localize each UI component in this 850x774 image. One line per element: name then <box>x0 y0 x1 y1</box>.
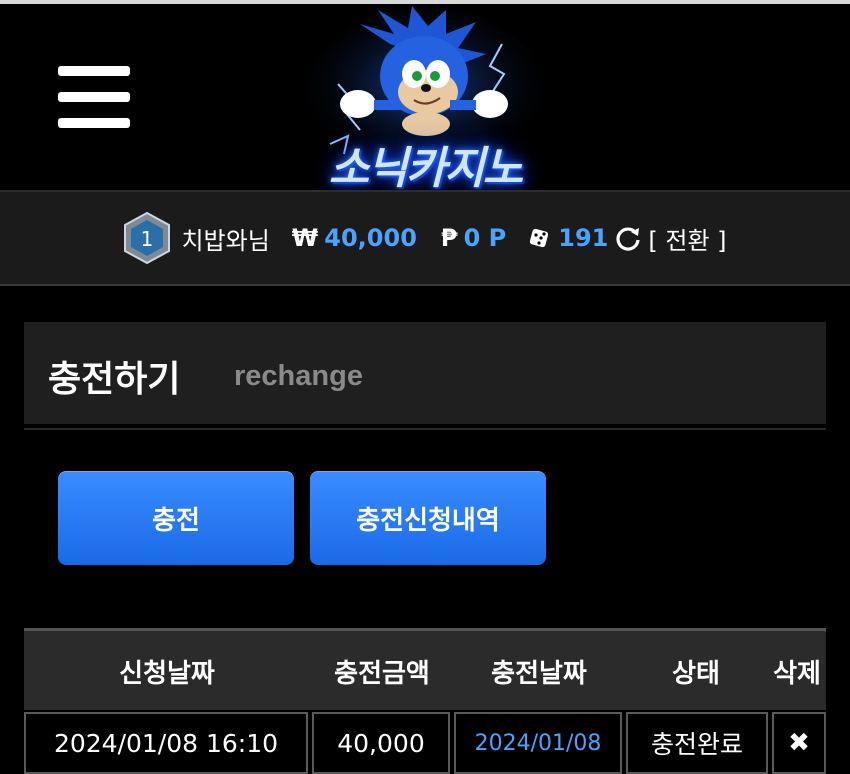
cell-charge-date: 2024/01/08 <box>454 712 622 774</box>
cell-amount: 40,000 <box>312 712 450 774</box>
charge-history-button[interactable]: 충전신청내역 <box>310 471 546 565</box>
refresh-icon[interactable] <box>614 224 642 252</box>
table-row: 2024/01/08 16:10 40,000 2024/01/08 충전완료 … <box>24 712 826 774</box>
point-icon: ₱ <box>440 224 458 252</box>
point-balance: 0 P <box>463 224 507 252</box>
user-info-bar: 1 치밥와님 ₩ 40,000 ₱ 0 P 191 [ 전환 ] <box>0 190 850 286</box>
page-title: 충전하기 <box>48 359 181 400</box>
column-header-delete: 삭제 <box>773 659 821 689</box>
table-header: 신청날짜 충전금액 충전날짜 상태 삭제 <box>24 628 826 710</box>
column-header-amount: 충전금액 <box>334 659 430 689</box>
money-balance: 40,000 <box>324 224 417 252</box>
column-header-status: 상태 <box>672 659 720 689</box>
cell-status: 충전완료 <box>626 712 768 774</box>
charge-button[interactable]: 충전 <box>58 471 294 565</box>
dice-icon <box>530 228 549 248</box>
page-title-bar: 충전하기 rechange <box>24 322 826 424</box>
page-subtitle: rechange <box>234 360 363 392</box>
convert-button[interactable]: [ 전환 ] <box>648 221 726 256</box>
username: 치밥와님 <box>181 226 270 255</box>
divider <box>24 428 826 430</box>
delete-icon[interactable]: ✖ <box>772 712 826 774</box>
menu-icon[interactable] <box>58 66 130 130</box>
column-header-request-date: 신청날짜 <box>119 659 215 689</box>
logo-text: 소닉카지노 <box>328 143 523 194</box>
svg-text:1: 1 <box>141 227 154 251</box>
column-header-charge-date: 충전날짜 <box>491 659 587 689</box>
header: 소닉카지노 <box>0 4 850 194</box>
chip-balance: 191 <box>558 224 609 252</box>
logo[interactable]: 소닉카지노 <box>290 4 560 194</box>
cell-request-date: 2024/01/08 16:10 <box>24 712 308 774</box>
level-badge-icon: 1 <box>123 211 171 265</box>
won-icon: ₩ <box>291 224 319 252</box>
